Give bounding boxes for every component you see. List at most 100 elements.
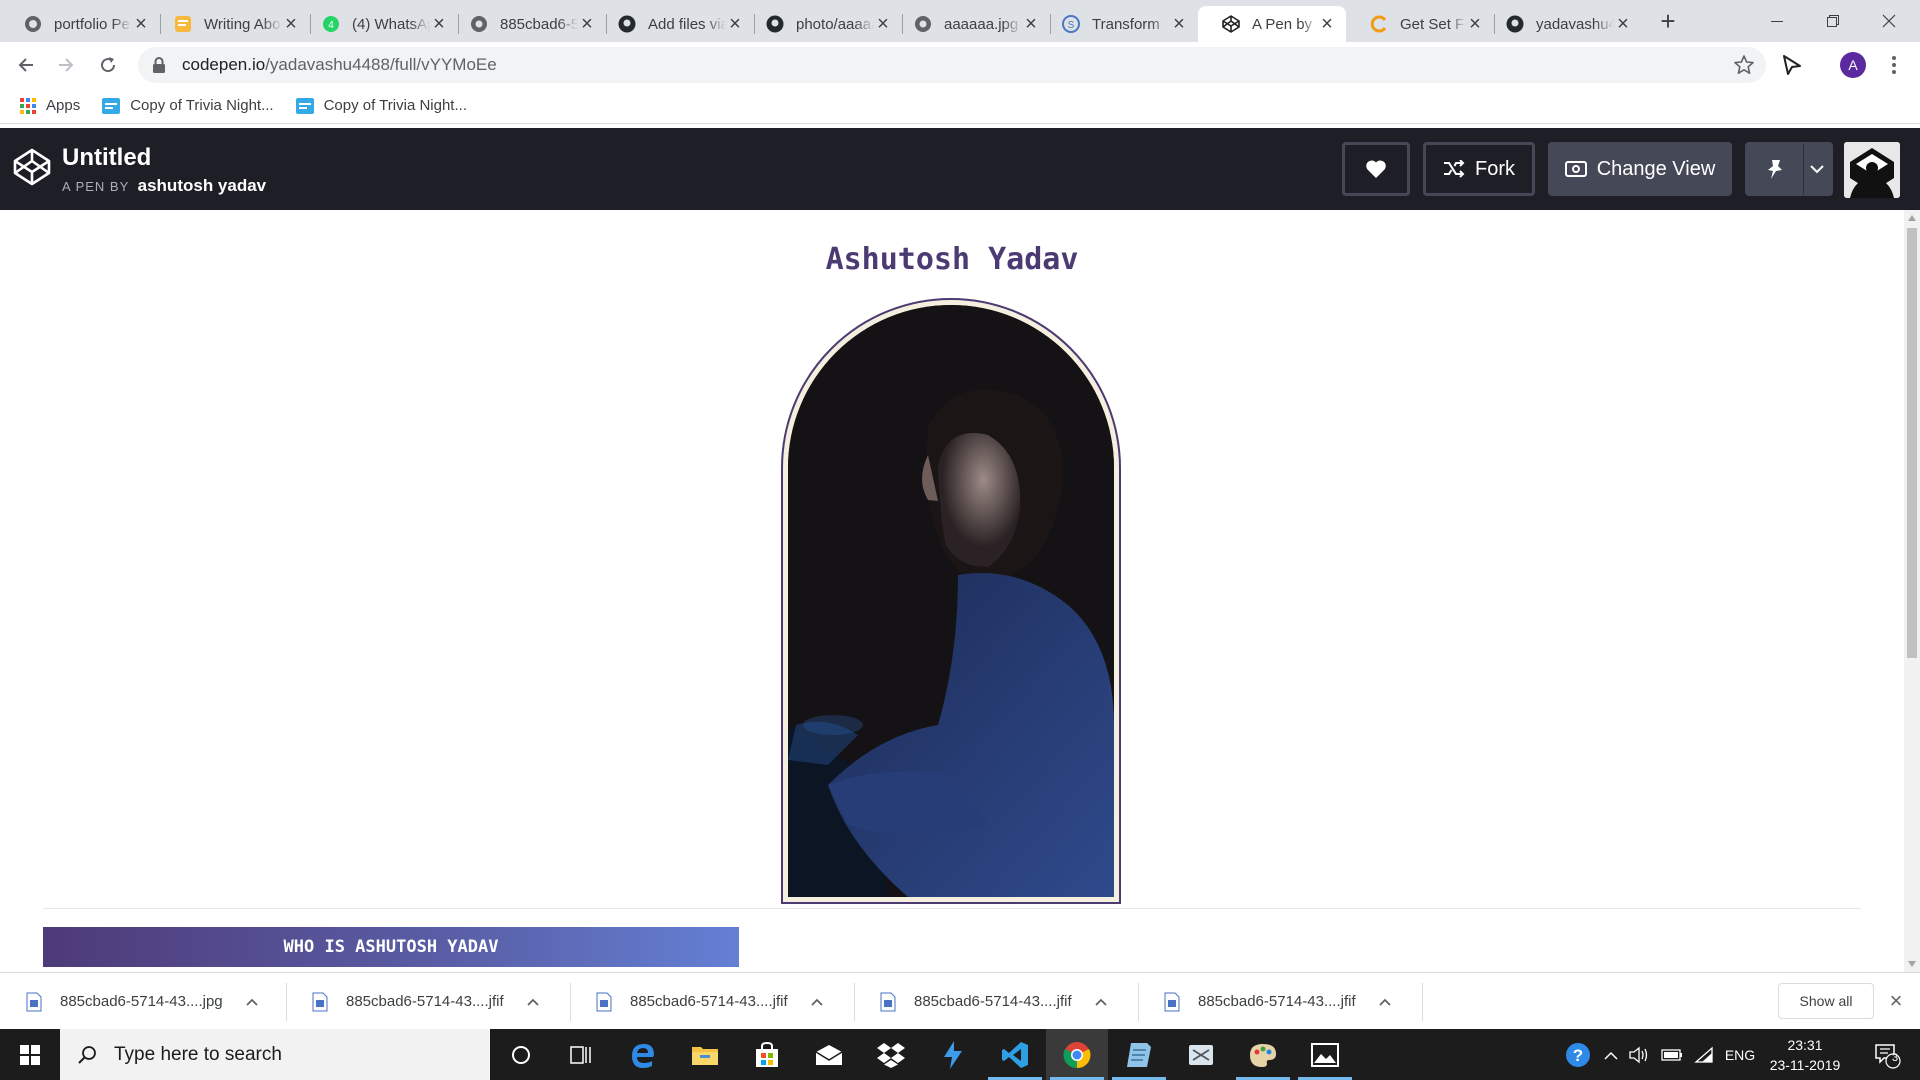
paint-icon[interactable] bbox=[1232, 1029, 1294, 1080]
language-indicator[interactable]: ENG bbox=[1722, 1029, 1758, 1080]
dropbox-icon[interactable] bbox=[860, 1029, 922, 1080]
github-icon bbox=[766, 15, 784, 33]
browser-tab[interactable]: aaaaaa.jpg × bbox=[890, 6, 1050, 42]
chevron-up-icon[interactable] bbox=[526, 995, 540, 1009]
download-item[interactable]: 885cbad6-5714-43....jpg bbox=[26, 973, 259, 1030]
browser-menu-icon[interactable] bbox=[1882, 51, 1906, 79]
browser-tab[interactable]: photo/aaaaaa.jpg × bbox=[742, 6, 902, 42]
browser-toolbar: codepen.io/yadavashu4488/full/vYYMoEe A bbox=[0, 42, 1920, 88]
cortana-icon[interactable] bbox=[490, 1029, 552, 1080]
fork-button[interactable]: Fork bbox=[1423, 142, 1535, 196]
browser-tab[interactable]: 4 (4) WhatsApp × bbox=[298, 6, 458, 42]
profile-avatar[interactable]: A bbox=[1840, 52, 1866, 78]
codepen-logo-icon[interactable] bbox=[12, 147, 52, 187]
download-item[interactable]: 885cbad6-5714-43....jfif bbox=[880, 973, 1108, 1030]
battery-icon[interactable] bbox=[1658, 1029, 1686, 1080]
like-button[interactable] bbox=[1342, 142, 1410, 196]
system-clock[interactable]: 23:31 23-11-2019 bbox=[1762, 1035, 1848, 1075]
arrow-left-icon bbox=[18, 58, 33, 72]
tray-chevron-up-icon[interactable] bbox=[1600, 1029, 1622, 1080]
reload-button[interactable] bbox=[92, 49, 124, 81]
pen-title[interactable]: Untitled bbox=[62, 144, 151, 172]
browser-tab[interactable]: Writing About Me × bbox=[150, 6, 310, 42]
browser-tab[interactable]: yadavashu4488 × bbox=[1482, 6, 1642, 42]
new-tab-button[interactable]: + bbox=[1654, 8, 1682, 36]
close-window-button[interactable] bbox=[1862, 0, 1916, 42]
notification-count: 3 bbox=[1891, 1052, 1899, 1064]
user-avatar[interactable] bbox=[1844, 142, 1900, 198]
pin-icon bbox=[1768, 160, 1782, 179]
chevron-up-icon[interactable] bbox=[245, 995, 259, 1009]
scroll-up-arrow-icon[interactable] bbox=[1908, 215, 1916, 221]
scroll-down-arrow-icon[interactable] bbox=[1908, 961, 1916, 967]
bookmark-item[interactable]: Copy of Trivia Night... bbox=[295, 97, 467, 114]
close-icon[interactable]: × bbox=[1170, 14, 1188, 34]
taskbar-search-box[interactable]: Type here to search bbox=[60, 1029, 490, 1080]
tab-label: yadavashu4488 bbox=[1536, 15, 1614, 33]
download-separator bbox=[1422, 983, 1423, 1021]
browser-tab-active[interactable]: A Pen by ashutosh × bbox=[1198, 6, 1346, 42]
tab-label: portfolio Pen bbox=[54, 15, 132, 33]
bookmark-star-icon[interactable] bbox=[1732, 53, 1756, 77]
minimize-button[interactable] bbox=[1750, 0, 1804, 42]
avatar-image bbox=[1844, 142, 1900, 198]
download-item[interactable]: 885cbad6-5714-43....jfif bbox=[312, 973, 540, 1030]
author-link[interactable]: ashutosh yadav bbox=[138, 176, 267, 195]
browser-tab[interactable]: 885cbad6-5714 × bbox=[446, 6, 606, 42]
mail-icon[interactable] bbox=[798, 1029, 860, 1080]
close-icon[interactable]: × bbox=[1614, 14, 1632, 34]
pin-button[interactable] bbox=[1745, 142, 1805, 196]
change-view-button[interactable]: Change View bbox=[1548, 142, 1732, 196]
store-icon[interactable] bbox=[736, 1029, 798, 1080]
start-button[interactable] bbox=[0, 1029, 60, 1080]
downloads-shelf: 885cbad6-5714-43....jpg 885cbad6-5714-43… bbox=[0, 972, 1920, 1029]
scrollbar-thumb[interactable] bbox=[1907, 228, 1917, 658]
url-path: /yadavashu4488/full/vYYMoEe bbox=[265, 55, 497, 74]
bookmark-item[interactable]: Copy of Trivia Night... bbox=[102, 97, 274, 114]
close-downloads-icon[interactable]: × bbox=[1886, 990, 1906, 1012]
extension-cursor-icon[interactable] bbox=[1780, 53, 1804, 77]
edge-browser-icon[interactable] bbox=[612, 1029, 674, 1080]
download-item[interactable]: 885cbad6-5714-43....jfif bbox=[596, 973, 824, 1030]
close-icon[interactable]: × bbox=[132, 14, 150, 34]
chevron-down-icon bbox=[1810, 165, 1824, 174]
photos-icon[interactable] bbox=[1294, 1029, 1356, 1080]
browser-tab[interactable]: portfolio Pen × bbox=[0, 6, 160, 42]
download-item[interactable]: 885cbad6-5714-43....jfif bbox=[1164, 973, 1392, 1030]
close-icon[interactable]: × bbox=[1318, 14, 1336, 34]
tab-label: Get Set FC bbox=[1400, 15, 1466, 33]
vscode-icon[interactable] bbox=[984, 1029, 1046, 1080]
back-button[interactable] bbox=[10, 49, 42, 81]
pin-dropdown-button[interactable] bbox=[1803, 142, 1833, 196]
globe-icon bbox=[914, 15, 932, 33]
browser-tab[interactable]: Add files via upload × bbox=[594, 6, 754, 42]
forward-button[interactable] bbox=[50, 49, 82, 81]
address-bar[interactable]: codepen.io/yadavashu4488/full/vYYMoEe bbox=[138, 47, 1766, 83]
help-icon[interactable]: ? bbox=[1560, 1029, 1596, 1080]
bookmark-apps[interactable]: Apps bbox=[20, 97, 80, 114]
portrait-illustration bbox=[788, 305, 1114, 897]
browser-tab[interactable]: S Transform × bbox=[1038, 6, 1198, 42]
download-filename: 885cbad6-5714-43....jfif bbox=[346, 993, 504, 1010]
download-filename: 885cbad6-5714-43....jpg bbox=[60, 993, 223, 1010]
lightning-app-icon[interactable] bbox=[922, 1029, 984, 1080]
tab-label: Add files via upload bbox=[648, 15, 726, 33]
snipping-tool-icon[interactable] bbox=[1170, 1029, 1232, 1080]
page-scrollbar[interactable] bbox=[1904, 210, 1920, 972]
wifi-icon[interactable] bbox=[1690, 1029, 1718, 1080]
task-view-icon[interactable] bbox=[550, 1029, 612, 1080]
volume-icon[interactable] bbox=[1626, 1029, 1654, 1080]
show-all-downloads-button[interactable]: Show all bbox=[1778, 983, 1874, 1019]
chevron-up-icon[interactable] bbox=[810, 995, 824, 1009]
notepad-icon[interactable] bbox=[1108, 1029, 1170, 1080]
action-center-button[interactable]: 3 bbox=[1862, 1029, 1912, 1080]
download-separator bbox=[1138, 983, 1139, 1021]
arrow-right-icon bbox=[59, 58, 74, 72]
chevron-up-icon[interactable] bbox=[1094, 995, 1108, 1009]
file-explorer-icon[interactable] bbox=[674, 1029, 736, 1080]
chrome-icon[interactable] bbox=[1046, 1029, 1108, 1080]
restore-button[interactable] bbox=[1806, 0, 1860, 42]
chevron-up-icon[interactable] bbox=[1378, 995, 1392, 1009]
browser-tab[interactable]: Get Set FC × bbox=[1346, 6, 1494, 42]
bookmarks-bar: Apps Copy of Trivia Night... Copy of Tri… bbox=[0, 88, 1920, 124]
